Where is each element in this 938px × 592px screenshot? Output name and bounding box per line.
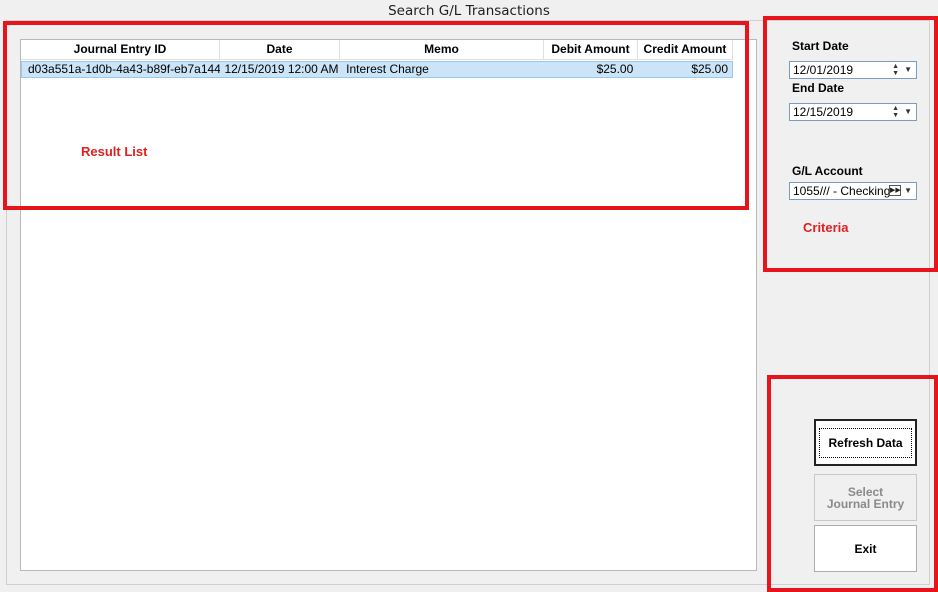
end-date-value: 12/15/2019: [793, 105, 854, 119]
chevron-down-icon[interactable]: ▼: [904, 183, 912, 199]
criteria-annotation-label: Criteria: [803, 220, 849, 235]
select-journal-entry-button[interactable]: Select Journal Entry: [814, 474, 917, 521]
spinner-icon[interactable]: ▲ ▼: [892, 105, 899, 119]
end-date-picker[interactable]: 12/15/2019 ▲ ▼ ▼: [789, 103, 917, 121]
gl-account-value: 1055/// - Checking: [793, 184, 891, 198]
chevron-down-icon[interactable]: ▼: [904, 62, 912, 78]
start-date-label: Start Date: [792, 39, 849, 53]
results-annotation-box: [3, 21, 749, 210]
gl-account-label: G/L Account: [792, 164, 863, 178]
gl-account-combobox[interactable]: 1055/// - Checking ▶▶ ▼: [789, 182, 917, 200]
exit-button[interactable]: Exit: [814, 525, 917, 572]
start-date-picker[interactable]: 12/01/2019 ▲ ▼ ▼: [789, 61, 917, 79]
refresh-data-button[interactable]: Refresh Data: [814, 419, 917, 466]
spinner-icon[interactable]: ▲ ▼: [892, 63, 899, 77]
end-date-label: End Date: [792, 81, 845, 95]
fast-forward-icon[interactable]: ▶▶: [889, 185, 901, 196]
results-annotation-label: Result List: [81, 144, 148, 159]
criteria-annotation-box: [763, 16, 938, 272]
start-date-value: 12/01/2019: [793, 63, 854, 77]
chevron-down-icon[interactable]: ▼: [904, 104, 912, 120]
